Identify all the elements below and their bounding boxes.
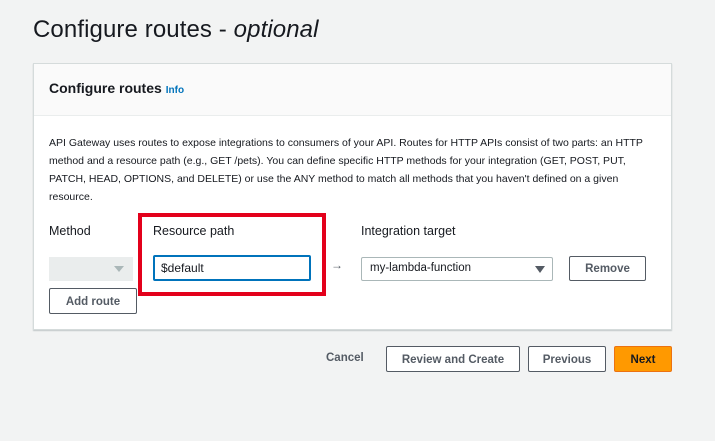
- panel-title-text: Configure routes: [49, 80, 162, 96]
- integration-target-select[interactable]: my-lambda-function: [361, 257, 553, 281]
- previous-button[interactable]: Previous: [528, 346, 606, 372]
- next-button[interactable]: Next: [614, 346, 672, 372]
- chevron-down-icon: [114, 266, 124, 272]
- resource-path-input[interactable]: [153, 255, 311, 281]
- cancel-button[interactable]: Cancel: [326, 352, 364, 364]
- method-label: Method: [49, 224, 91, 238]
- review-and-create-button[interactable]: Review and Create: [386, 346, 520, 372]
- info-link[interactable]: Info: [166, 85, 184, 96]
- page-title: Configure routes - optional: [33, 16, 319, 44]
- configure-routes-panel: Configure routes Info API Gateway uses ro…: [33, 63, 672, 330]
- routes-description: API Gateway uses routes to expose integr…: [49, 137, 643, 203]
- arrow-right-icon: →: [331, 258, 343, 272]
- panel-header: Configure routes Info: [34, 64, 671, 116]
- resource-path-label: Resource path: [153, 224, 235, 238]
- chevron-down-icon: [535, 266, 545, 273]
- page-title-optional: optional: [233, 16, 319, 43]
- page-title-main: Configure routes -: [33, 16, 234, 43]
- remove-button[interactable]: Remove: [569, 256, 646, 281]
- integration-target-value: my-lambda-function: [370, 262, 471, 274]
- add-route-button[interactable]: Add route: [49, 288, 137, 314]
- integration-target-label: Integration target: [361, 224, 456, 238]
- method-select[interactable]: [49, 257, 133, 281]
- panel-title: Configure routes Info: [49, 80, 184, 96]
